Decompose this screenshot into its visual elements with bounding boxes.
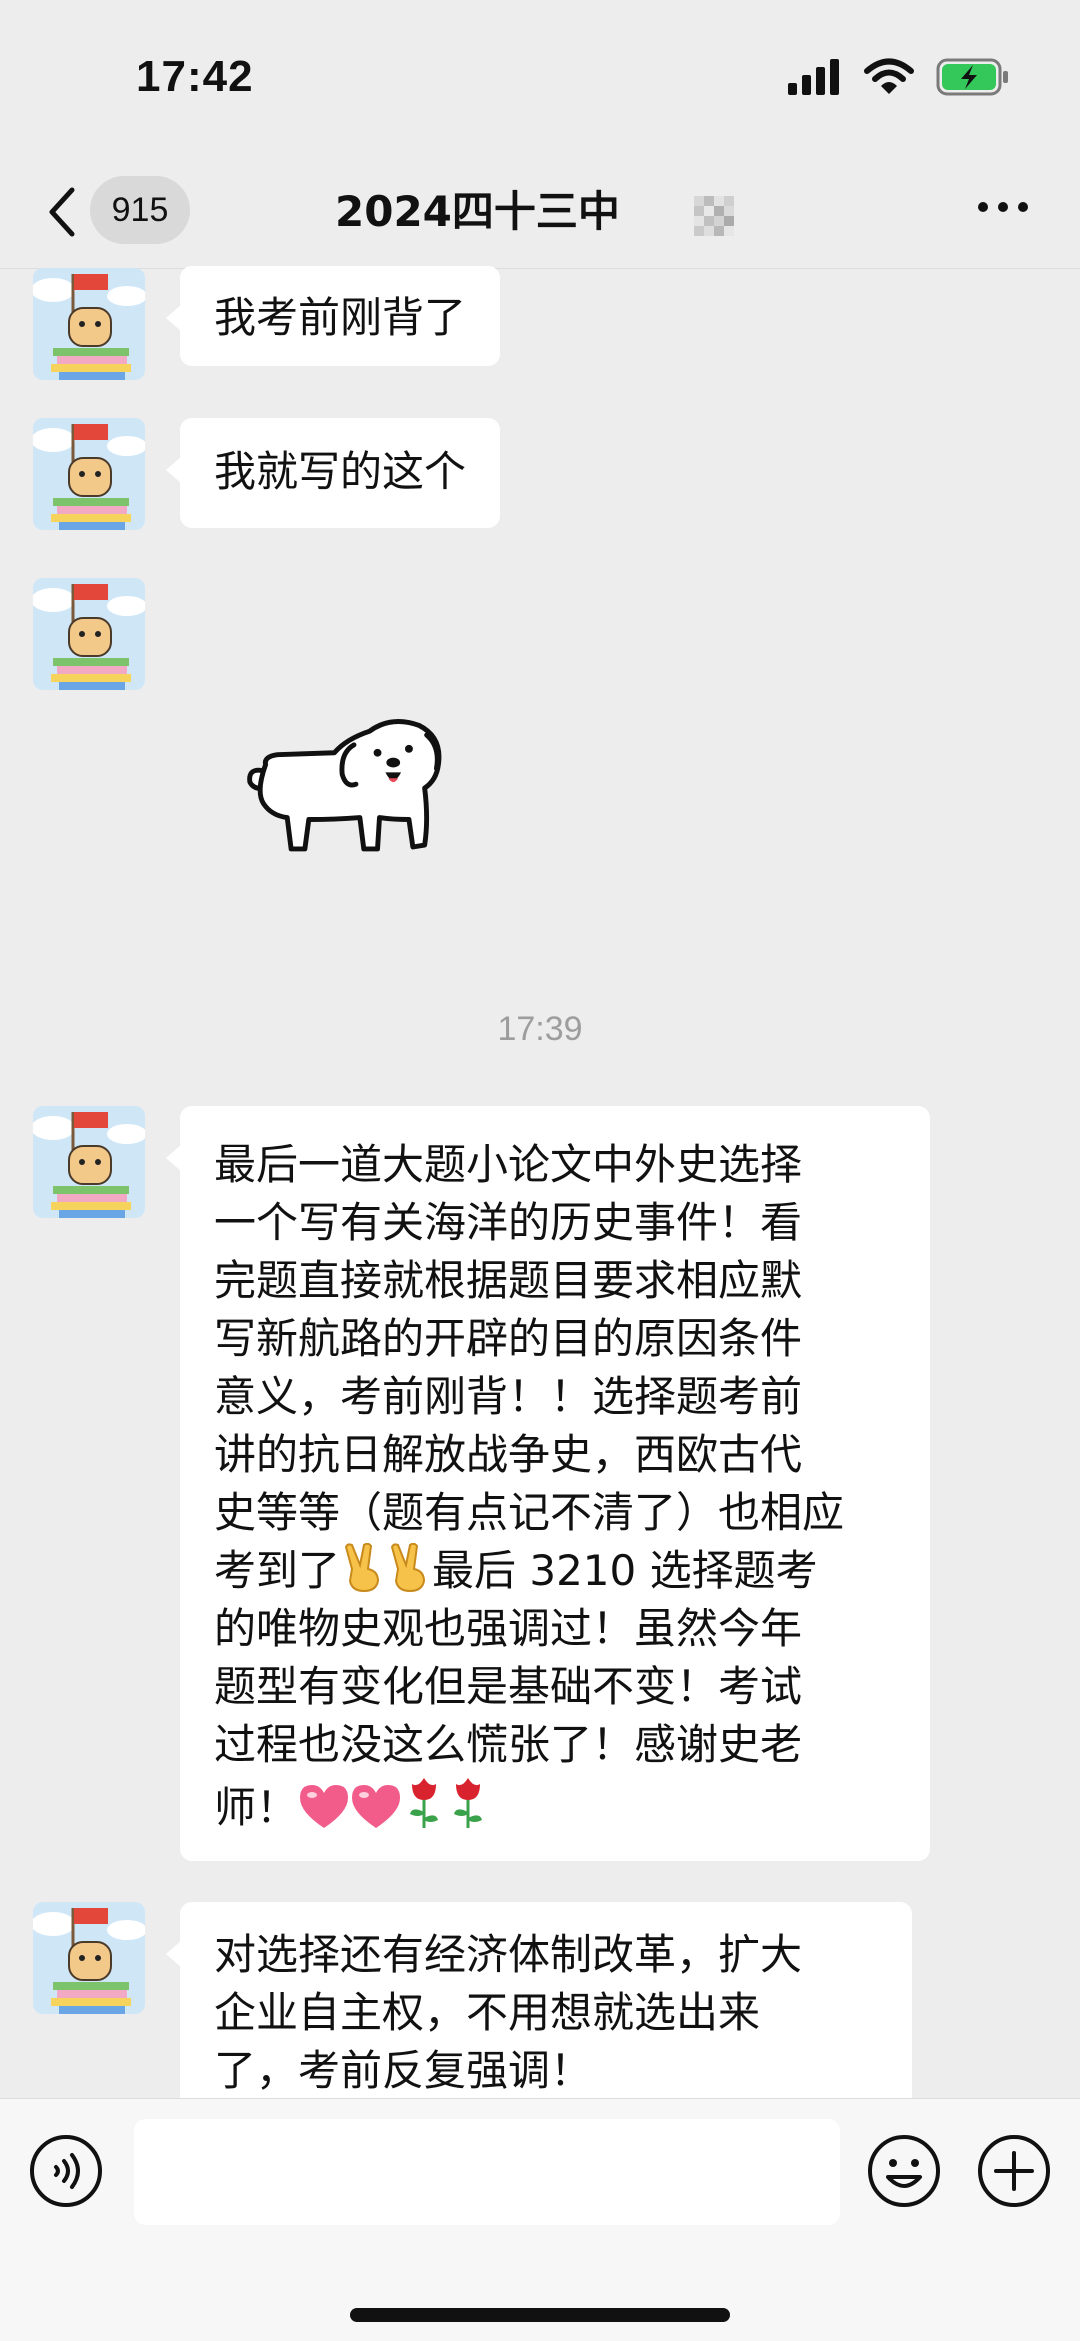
wifi-icon (864, 58, 914, 94)
voice-input-icon[interactable] (28, 2133, 104, 2209)
signal-icon (788, 59, 839, 95)
message-text-line: 写新航路的开辟的目的原因条件 (214, 1314, 803, 1363)
message-text-line: 完题直接就根据题目要求相应默 (214, 1256, 803, 1305)
message-text-line: 师！ (214, 1774, 896, 1837)
message-text-line: 过程也没这么慌张了！感谢史老 (214, 1720, 803, 1769)
message-text-line: 对选择还有经济体制改革，扩大 (214, 1930, 803, 1979)
rose-emoji (454, 1778, 483, 1828)
pink-heart-emoji (352, 1785, 401, 1828)
chat-screen: 17:42 915 2024四十三中 我考前刚背了 我就写的这个 17:39 最… (0, 0, 1080, 2341)
message-text-segment: 师！ (214, 1783, 299, 1832)
status-time: 17:42 (136, 52, 254, 101)
more-actions-icon[interactable] (976, 2133, 1052, 2209)
avatar[interactable] (33, 1106, 145, 1218)
avatar[interactable] (33, 1902, 145, 2014)
unread-count-badge[interactable]: 915 (90, 176, 190, 244)
avatar[interactable] (33, 268, 145, 380)
pink-heart-emoji (300, 1785, 349, 1828)
message-text-line: 企业自主权，不用想就选出来 (214, 1988, 761, 2037)
message-bubble[interactable]: 我就写的这个 (165, 418, 501, 528)
rose-emoji (410, 1778, 439, 1828)
victory-hand-emoji (390, 1543, 426, 1593)
status-bar: 17:42 (0, 0, 1080, 160)
back-chevron-icon[interactable] (44, 184, 78, 240)
emoji-picker-icon[interactable] (866, 2133, 942, 2209)
more-icon[interactable] (978, 202, 1028, 212)
message-bubble[interactable]: 最后一道大题小论文中外史选择 一个写有关海洋的历史事件！看 完题直接就根据题目要… (166, 1106, 930, 1861)
redaction-mosaic (694, 196, 734, 236)
avatar[interactable] (33, 418, 145, 530)
message-text: 我就写的这个 (214, 447, 467, 496)
message-bubble[interactable]: 我考前刚背了 (165, 266, 501, 366)
chat-title: 2024四十三中 (335, 187, 620, 236)
message-text-line: 讲的抗日解放战争史，西欧古代 (214, 1430, 803, 1479)
victory-hand-emoji (344, 1543, 380, 1593)
message-text-segment: 最后 3210 选择题考 (432, 1546, 818, 1595)
message-text-line: 一个写有关海洋的历史事件！看 (214, 1198, 803, 1247)
status-icons (788, 58, 1010, 96)
avatar[interactable] (33, 578, 145, 690)
input-bar (0, 2098, 1080, 2341)
white-puppy-sticker[interactable] (244, 708, 460, 878)
message-text-line: 题型有变化但是基础不变！考试 (214, 1662, 803, 1711)
message-text-line: 史等等（题有点记不清了）也相应 (214, 1488, 845, 1537)
message-text-line: 意义，考前刚背！！选择题考前 (214, 1372, 803, 1421)
battery-charging-icon (936, 58, 1008, 96)
message-bubble[interactable]: 对选择还有经济体制改革，扩大 企业自主权，不用想就选出来 了，考前反复强调！ (166, 1902, 912, 2124)
message-input[interactable] (134, 2119, 840, 2225)
message-text-line: 了，考前反复强调！ (214, 2046, 593, 2095)
message-text: 我考前刚背了 (214, 293, 467, 342)
nav-bar: 915 2024四十三中 (0, 160, 1080, 269)
message-text-line: 最后一道大题小论文中外史选择 (214, 1140, 803, 1189)
message-text-line: 考到了 最后 3210 选择题考 (214, 1542, 896, 1600)
message-text-segment: 考到了 (214, 1546, 341, 1595)
home-indicator[interactable] (350, 2308, 730, 2322)
message-timestamp: 17:39 (497, 1010, 583, 1048)
message-text-line: 的唯物史观也强调过！虽然今年 (214, 1604, 803, 1653)
